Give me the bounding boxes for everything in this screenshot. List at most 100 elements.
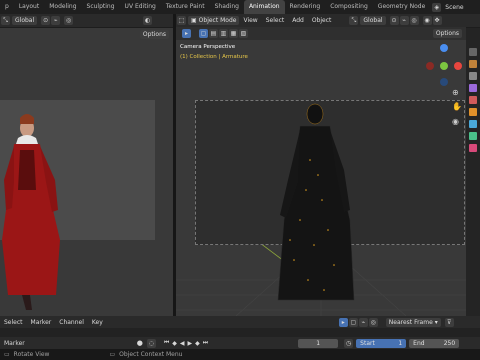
navigation-gizmo[interactable] — [422, 42, 466, 86]
tool-tab-icon[interactable] — [469, 48, 477, 56]
jump-end-icon[interactable]: ⏭ — [203, 339, 208, 347]
gizmo-toggle-icon[interactable]: ✥ — [432, 16, 442, 25]
box-select-icon[interactable]: ▢ — [348, 317, 358, 327]
tab-sculpting[interactable]: Sculpting — [82, 0, 120, 14]
select-intersect-icon[interactable]: ▧ — [239, 29, 248, 38]
menu-object[interactable]: Object — [308, 17, 336, 24]
snap-toggle-icon[interactable]: ⌁ — [358, 317, 368, 327]
tab-layout[interactable]: Layout — [14, 0, 44, 14]
tab-uv-editing[interactable]: UV Editing — [120, 0, 161, 14]
select-box-icon[interactable]: ▢ — [199, 29, 208, 38]
scene-icon[interactable]: ◈ — [432, 2, 442, 12]
world-tab-icon[interactable] — [469, 96, 477, 104]
output-tab-icon[interactable] — [469, 72, 477, 80]
pivot-icon[interactable]: ⊙ — [41, 16, 51, 25]
tab-file-partial[interactable]: p — [0, 0, 14, 14]
proportional-edit-icon[interactable]: ◎ — [409, 16, 419, 25]
select-tool-icon[interactable]: ▸ — [338, 317, 348, 327]
select-subtract-icon[interactable]: ▥ — [219, 29, 228, 38]
filter-icon[interactable]: ⊽ — [444, 317, 454, 327]
pivot-icon[interactable]: ⊙ — [389, 16, 399, 25]
timeline-header: Select Marker Channel Key ▸ ▢ ⌁ ◎ Neares… — [0, 316, 480, 328]
x-axis-icon[interactable] — [454, 62, 462, 70]
object-tab-icon[interactable] — [469, 108, 477, 116]
play-icon[interactable]: ▶ — [188, 340, 193, 347]
right-tool-row: ▸ ▢ ▤ ▥ ▦ ▧ Options — [176, 27, 466, 40]
record-icon[interactable]: ● — [137, 339, 143, 347]
tab-modeling[interactable]: Modeling — [44, 0, 81, 14]
tab-rendering[interactable]: Rendering — [285, 0, 326, 14]
editor-type-icon[interactable]: ⬚ — [177, 16, 186, 25]
data-tab-icon[interactable] — [469, 132, 477, 140]
menu-add[interactable]: Add — [288, 17, 308, 24]
camera-perspective-label: Camera Perspective — [180, 44, 236, 50]
start-label: Start — [360, 339, 375, 347]
timeline-menu-marker[interactable]: Marker — [27, 319, 56, 326]
neg-z-axis-icon[interactable] — [440, 78, 448, 86]
right-options-button[interactable]: Options — [432, 29, 462, 38]
current-frame-field[interactable]: 1 — [298, 338, 339, 348]
menu-select[interactable]: Select — [262, 17, 289, 24]
character-wireframe-figure — [277, 103, 355, 301]
timeline-body[interactable] — [0, 328, 480, 337]
next-keyframe-icon[interactable]: ◆ — [195, 340, 200, 347]
play-reverse-icon[interactable]: ◀ — [180, 340, 185, 347]
y-axis-icon[interactable] — [440, 62, 448, 70]
proportional-icon[interactable]: ◎ — [368, 317, 378, 327]
status-right-hint: Object Context Menu — [119, 351, 183, 358]
prev-keyframe-icon[interactable]: ◆ — [172, 340, 177, 347]
clock-icon[interactable]: ◷ — [344, 338, 354, 348]
marker-label: Marker — [4, 339, 25, 347]
workspace-tab-bar: p Layout Modeling Sculpting UV Editing T… — [0, 0, 480, 14]
tab-compositing[interactable]: Compositing — [325, 0, 373, 14]
select-tool-icon[interactable]: ▸ — [182, 29, 191, 38]
left-viewport-header: ⤡ Global ⊙ ⌁ ◎ ◐ — [0, 14, 173, 27]
right-transform-orientation[interactable]: Global — [360, 16, 386, 25]
end-value: 250 — [443, 339, 456, 347]
select-invert-icon[interactable]: ▦ — [229, 29, 238, 38]
tab-shading[interactable]: Shading — [210, 0, 244, 14]
left-options-row: Options — [0, 28, 173, 40]
timeline-menu-key[interactable]: Key — [88, 319, 107, 326]
camera-view-icon[interactable]: ◉ — [452, 117, 459, 126]
transform-orientation-icon[interactable]: ⤡ — [1, 16, 10, 25]
status-bar: ▭ Rotate View ▭ Object Context Menu — [0, 349, 480, 360]
scene-tab-icon[interactable] — [469, 84, 477, 92]
overlay-icon[interactable]: ◐ — [143, 16, 153, 25]
proportional-edit-icon[interactable]: ◎ — [64, 16, 74, 25]
modifier-tab-icon[interactable] — [469, 120, 477, 128]
material-tab-icon[interactable] — [469, 144, 477, 152]
select-extend-icon[interactable]: ▤ — [209, 29, 218, 38]
timeline-menu-channel[interactable]: Channel — [55, 319, 88, 326]
neg-x-axis-icon[interactable] — [426, 62, 434, 70]
z-axis-icon[interactable] — [440, 44, 448, 52]
visibility-icon[interactable]: ◉ — [422, 16, 432, 25]
start-value: 1 — [398, 339, 403, 347]
render-tab-icon[interactable] — [469, 60, 477, 68]
scene-selector[interactable]: Scene — [445, 4, 463, 11]
left-transform-orientation[interactable]: Global — [12, 16, 38, 25]
snap-icon[interactable]: ⌁ — [51, 16, 61, 25]
end-frame-field[interactable]: End 250 — [409, 338, 460, 348]
tab-texture-paint[interactable]: Texture Paint — [161, 0, 210, 14]
pan-hand-icon[interactable]: ✋ — [452, 102, 462, 111]
snap-mode-dropdown[interactable]: Nearest Frame ▾ — [385, 317, 441, 327]
playback-controls: Marker ● ◌ ⏮ ◆ ◀ ▶ ◆ ⏭ 1 ◷ Start 1 End 2… — [0, 337, 480, 349]
properties-tab-strip — [466, 28, 480, 316]
keying-set-icon[interactable]: ◌ — [146, 338, 156, 348]
zoom-icon[interactable]: ⊕ — [452, 88, 459, 97]
left-options-button[interactable]: Options — [139, 30, 169, 39]
start-frame-field[interactable]: Start 1 — [356, 338, 407, 348]
chevron-down-icon: ▾ — [434, 318, 438, 326]
transform-orientation-icon[interactable]: ⤡ — [349, 16, 359, 25]
object-mode-dropdown[interactable]: ▣ Object Mode — [188, 16, 240, 25]
end-label: End — [413, 339, 425, 347]
menu-view[interactable]: View — [239, 17, 261, 24]
tab-geometry-nodes[interactable]: Geometry Node — [373, 0, 430, 14]
tab-animation[interactable]: Animation — [243, 0, 285, 14]
right-viewport-header: ⬚ ▣ Object Mode View Select Add Object ⤡… — [176, 14, 480, 27]
timeline-menu-select[interactable]: Select — [0, 319, 27, 326]
jump-start-icon[interactable]: ⏮ — [164, 339, 169, 347]
mouse-right-icon: ▭ — [109, 351, 116, 358]
snap-icon[interactable]: ⌁ — [399, 16, 409, 25]
